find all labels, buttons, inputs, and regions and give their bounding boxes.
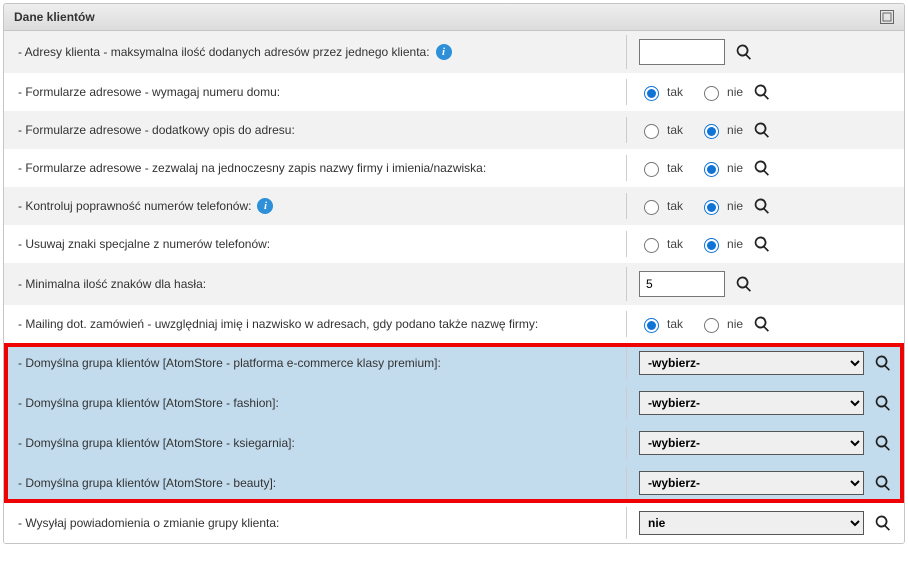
search-icon[interactable] xyxy=(874,434,892,452)
row-label-text: - Minimalna ilość znaków dla hasła: xyxy=(18,277,206,291)
radio-yes-input[interactable] xyxy=(644,124,659,139)
radio-yes-input[interactable] xyxy=(644,318,659,333)
search-icon[interactable] xyxy=(874,474,892,492)
row-label-text: - Adresy klienta - maksymalna ilość doda… xyxy=(18,45,430,59)
search-icon[interactable] xyxy=(753,159,771,177)
radio-no-input[interactable] xyxy=(704,162,719,177)
row-label-text: - Domyślna grupa klientów [AtomStore - k… xyxy=(18,436,295,450)
default-group-select[interactable]: -wybierz- xyxy=(639,351,864,375)
min-password-input[interactable] xyxy=(639,271,725,297)
panel-customer-data: Dane klientów - Adresy klienta - maksyma… xyxy=(3,3,905,544)
radio-no-input[interactable] xyxy=(704,86,719,101)
row-validate-phone: - Kontroluj poprawność numerów telefonów… xyxy=(4,187,904,225)
max-addresses-input[interactable] xyxy=(639,39,725,65)
radio-no-input[interactable] xyxy=(704,238,719,253)
row-default-group-bookstore: - Domyślna grupa klientów [AtomStore - k… xyxy=(4,423,904,463)
radio-yes-input[interactable] xyxy=(644,238,659,253)
search-icon[interactable] xyxy=(753,235,771,253)
row-label-text: - Usuwaj znaki specjalne z numerów telef… xyxy=(18,237,270,251)
row-min-password: - Minimalna ilość znaków dla hasła: xyxy=(4,263,904,305)
rows-container: - Adresy klienta - maksymalna ilość doda… xyxy=(4,31,904,543)
row-default-group-beauty: - Domyślna grupa klientów [AtomStore - b… xyxy=(4,463,904,503)
group-change-notify-select[interactable]: nie xyxy=(639,511,864,535)
radio-no[interactable]: nie xyxy=(699,83,743,101)
row-label-text: - Kontroluj poprawność numerów telefonów… xyxy=(18,199,251,213)
info-icon[interactable]: i xyxy=(257,198,273,214)
row-label-text: - Domyślna grupa klientów [AtomStore - p… xyxy=(18,356,441,370)
radio-yes[interactable]: tak xyxy=(639,159,683,177)
row-label-text: - Formularze adresowe - dodatkowy opis d… xyxy=(18,123,295,137)
row-label-text: - Wysyłaj powiadomienia o zmianie grupy … xyxy=(18,516,279,530)
collapse-icon[interactable] xyxy=(880,10,894,24)
radio-yes-input[interactable] xyxy=(644,86,659,101)
row-default-group-premium: - Domyślna grupa klientów [AtomStore - p… xyxy=(4,343,904,383)
search-icon[interactable] xyxy=(753,197,771,215)
row-label-text: - Formularze adresowe - wymagaj numeru d… xyxy=(18,85,280,99)
search-icon[interactable] xyxy=(874,514,892,532)
row-company-and-name: - Formularze adresowe - zezwalaj na jedn… xyxy=(4,149,904,187)
radio-yes[interactable]: tak xyxy=(639,83,683,101)
row-default-group-fashion: - Domyślna grupa klientów [AtomStore - f… xyxy=(4,383,904,423)
info-icon[interactable]: i xyxy=(436,44,452,60)
radio-yes[interactable]: tak xyxy=(639,235,683,253)
row-label-text: - Domyślna grupa klientów [AtomStore - f… xyxy=(18,396,279,410)
radio-no[interactable]: nie xyxy=(699,121,743,139)
search-icon[interactable] xyxy=(874,354,892,372)
search-icon[interactable] xyxy=(753,83,771,101)
search-icon[interactable] xyxy=(735,43,753,61)
row-label-text: - Formularze adresowe - zezwalaj na jedn… xyxy=(18,161,486,175)
search-icon[interactable] xyxy=(753,121,771,139)
radio-no[interactable]: nie xyxy=(699,159,743,177)
search-icon[interactable] xyxy=(874,394,892,412)
radio-no[interactable]: nie xyxy=(699,235,743,253)
row-label-text: - Mailing dot. zamówień - uwzględniaj im… xyxy=(18,317,538,331)
panel-title: Dane klientów xyxy=(14,10,95,24)
row-require-house-number: - Formularze adresowe - wymagaj numeru d… xyxy=(4,73,904,111)
search-icon[interactable] xyxy=(753,315,771,333)
row-label-text: - Domyślna grupa klientów [AtomStore - b… xyxy=(18,476,276,490)
radio-no[interactable]: nie xyxy=(699,315,743,333)
row-extra-address-desc: - Formularze adresowe - dodatkowy opis d… xyxy=(4,111,904,149)
radio-no-input[interactable] xyxy=(704,124,719,139)
panel-header: Dane klientów xyxy=(4,4,904,31)
default-group-select[interactable]: -wybierz- xyxy=(639,431,864,455)
radio-no[interactable]: nie xyxy=(699,197,743,215)
row-group-change-notify: - Wysyłaj powiadomienia o zmianie grupy … xyxy=(4,503,904,543)
search-icon[interactable] xyxy=(735,275,753,293)
radio-yes-input[interactable] xyxy=(644,200,659,215)
radio-yes[interactable]: tak xyxy=(639,197,683,215)
default-group-select[interactable]: -wybierz- xyxy=(639,391,864,415)
row-max-addresses: - Adresy klienta - maksymalna ilość doda… xyxy=(4,31,904,73)
radio-yes[interactable]: tak xyxy=(639,121,683,139)
radio-yes[interactable]: tak xyxy=(639,315,683,333)
radio-no-input[interactable] xyxy=(704,200,719,215)
row-mailing-include-name: - Mailing dot. zamówień - uwzględniaj im… xyxy=(4,305,904,343)
default-group-select[interactable]: -wybierz- xyxy=(639,471,864,495)
radio-yes-input[interactable] xyxy=(644,162,659,177)
row-strip-special-phone: - Usuwaj znaki specjalne z numerów telef… xyxy=(4,225,904,263)
highlight-default-groups: - Domyślna grupa klientów [AtomStore - p… xyxy=(4,343,904,503)
radio-no-input[interactable] xyxy=(704,318,719,333)
